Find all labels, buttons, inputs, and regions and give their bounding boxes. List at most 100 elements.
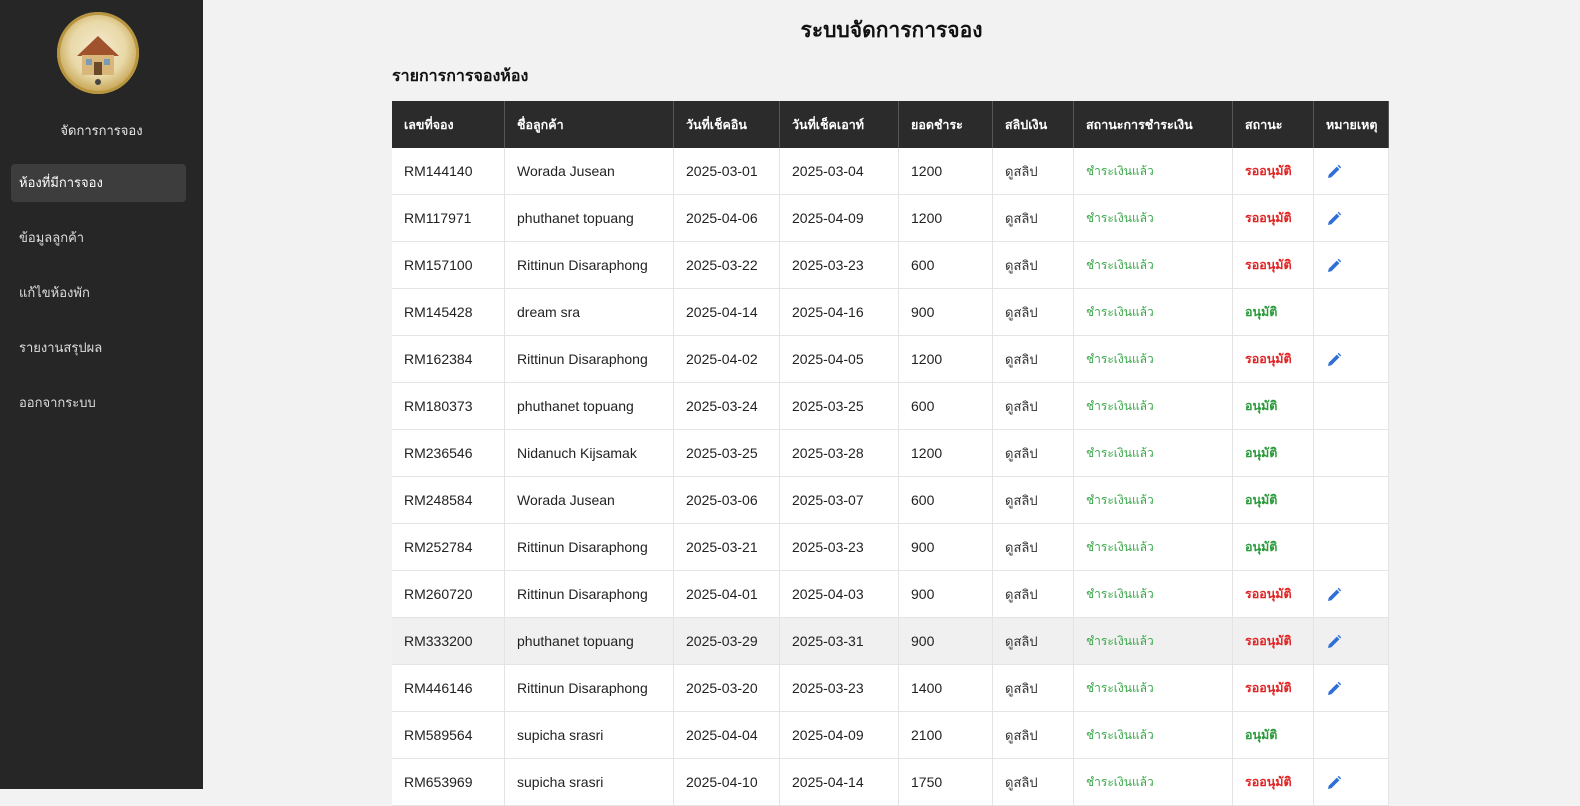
amount-cell: 1200 <box>898 335 993 383</box>
pencil-icon[interactable] <box>1326 352 1342 368</box>
view-slip-link[interactable]: ดูสลิป <box>1005 258 1038 273</box>
booking-id-cell: RM162384 <box>392 335 505 383</box>
notes-cell <box>1313 429 1389 477</box>
status-cell: อนุมัติ <box>1232 288 1314 336</box>
booking-id-cell: RM589564 <box>392 711 505 759</box>
status-cell: รออนุมัติ <box>1232 570 1314 618</box>
payment-status-cell: ชำระเงินแล้ว <box>1073 664 1233 712</box>
slip-cell: ดูสลิป <box>992 711 1074 759</box>
booking-id-cell: RM446146 <box>392 664 505 712</box>
sidebar-item-bookings[interactable]: ห้องที่มีการจอง <box>11 164 186 202</box>
view-slip-link[interactable]: ดูสลิป <box>1005 493 1038 508</box>
customer-name-cell: Rittinun Disaraphong <box>504 570 674 618</box>
status-badge: อนุมัติ <box>1245 305 1278 319</box>
payment-status-text: ชำระเงินแล้ว <box>1086 539 1154 554</box>
pencil-icon[interactable] <box>1326 634 1342 650</box>
status-cell: อนุมัติ <box>1232 476 1314 524</box>
payment-status-cell: ชำระเงินแล้ว <box>1073 148 1233 195</box>
checkin-cell: 2025-03-20 <box>673 664 780 712</box>
checkout-cell: 2025-03-28 <box>779 429 899 477</box>
payment-status-text: ชำระเงินแล้ว <box>1086 774 1154 789</box>
notes-cell <box>1313 148 1389 195</box>
status-badge: อนุมัติ <box>1245 540 1278 554</box>
view-slip-link[interactable]: ดูสลิป <box>1005 399 1038 414</box>
checkout-cell: 2025-03-23 <box>779 523 899 571</box>
payment-status-text: ชำระเงินแล้ว <box>1086 680 1154 695</box>
view-slip-link[interactable]: ดูสลิป <box>1005 634 1038 649</box>
table-row: RM236546 Nidanuch Kijsamak 2025-03-25 2025-… <box>392 429 1389 477</box>
checkout-cell: 2025-04-05 <box>779 335 899 383</box>
view-slip-link[interactable]: ดูสลิป <box>1005 305 1038 320</box>
pencil-icon[interactable] <box>1326 211 1342 227</box>
sidebar: จัดการการจอง ห้องที่มีการจอง ข้อมูลลูกค้… <box>0 0 203 789</box>
booking-id-cell: RM145428 <box>392 288 505 336</box>
view-slip-link[interactable]: ดูสลิป <box>1005 164 1038 179</box>
table-row: RM446146 Rittinun Disaraphong 2025-03-20 20… <box>392 664 1389 712</box>
status-cell: รออนุมัติ <box>1232 335 1314 383</box>
pencil-icon[interactable] <box>1326 164 1342 180</box>
checkin-cell: 2025-03-22 <box>673 241 780 289</box>
sidebar-item-reports[interactable]: รายงานสรุปผล <box>11 329 186 367</box>
amount-cell: 1200 <box>898 148 993 195</box>
customer-name-cell: supicha srasri <box>504 758 674 806</box>
view-slip-link[interactable]: ดูสลิป <box>1005 446 1038 461</box>
sidebar-item-customers[interactable]: ข้อมูลลูกค้า <box>11 219 186 257</box>
amount-cell: 900 <box>898 523 993 571</box>
pencil-icon[interactable] <box>1326 681 1342 697</box>
status-badge: รออนุมัติ <box>1245 775 1292 789</box>
slip-cell: ดูสลิป <box>992 288 1074 336</box>
payment-status-cell: ชำระเงินแล้ว <box>1073 335 1233 383</box>
table-row: RM260720 Rittinun Disaraphong 2025-04-01 20… <box>392 570 1389 618</box>
view-slip-link[interactable]: ดูสลิป <box>1005 352 1038 367</box>
checkout-cell: 2025-04-16 <box>779 288 899 336</box>
customer-name-cell: Rittinun Disaraphong <box>504 335 674 383</box>
booking-id-cell: RM236546 <box>392 429 505 477</box>
sidebar-nav: ห้องที่มีการจอง ข้อมูลลูกค้า แก้ไขห้องพั… <box>11 164 186 439</box>
payment-status-cell: ชำระเงินแล้ว <box>1073 429 1233 477</box>
slip-cell: ดูสลิป <box>992 382 1074 430</box>
payment-status-cell: ชำระเงินแล้ว <box>1073 194 1233 242</box>
view-slip-link[interactable]: ดูสลิป <box>1005 540 1038 555</box>
amount-cell: 600 <box>898 382 993 430</box>
customer-name-cell: Nidanuch Kijsamak <box>504 429 674 477</box>
sidebar-title: จัดการการจอง <box>60 123 143 138</box>
table-row: RM162384 Rittinun Disaraphong 2025-04-02 20… <box>392 335 1389 383</box>
view-slip-link[interactable]: ดูสลิป <box>1005 587 1038 602</box>
customer-name-cell: supicha srasri <box>504 711 674 759</box>
booking-id-cell: RM260720 <box>392 570 505 618</box>
slip-cell: ดูสลิป <box>992 335 1074 383</box>
checkout-cell: 2025-03-31 <box>779 617 899 665</box>
booking-id-cell: RM144140 <box>392 148 505 195</box>
slip-cell: ดูสลิป <box>992 241 1074 289</box>
payment-status-text: ชำระเงินแล้ว <box>1086 398 1154 413</box>
status-cell: รออนุมัติ <box>1232 617 1314 665</box>
payment-status-cell: ชำระเงินแล้ว <box>1073 758 1233 806</box>
booking-id-cell: RM180373 <box>392 382 505 430</box>
pencil-icon[interactable] <box>1326 587 1342 603</box>
status-badge: รออนุมัติ <box>1245 634 1292 648</box>
slip-cell: ดูสลิป <box>992 148 1074 195</box>
table-row: RM144140 Worada Jusean 2025-03-01 2025-03-0… <box>392 148 1389 195</box>
view-slip-link[interactable]: ดูสลิป <box>1005 728 1038 743</box>
checkout-cell: 2025-04-14 <box>779 758 899 806</box>
payment-status-text: ชำระเงินแล้ว <box>1086 351 1154 366</box>
pencil-icon[interactable] <box>1326 258 1342 274</box>
view-slip-link[interactable]: ดูสลิป <box>1005 211 1038 226</box>
checkin-cell: 2025-04-04 <box>673 711 780 759</box>
notes-cell <box>1313 758 1389 806</box>
sidebar-item-edit-rooms[interactable]: แก้ไขห้องพัก <box>11 274 186 312</box>
sidebar-item-logout[interactable]: ออกจากระบบ <box>11 384 186 422</box>
checkout-cell: 2025-03-23 <box>779 664 899 712</box>
customer-name-cell: Worada Jusean <box>504 476 674 524</box>
amount-cell: 2100 <box>898 711 993 759</box>
status-badge: อนุมัติ <box>1245 446 1278 460</box>
customer-name-cell: Rittinun Disaraphong <box>504 664 674 712</box>
payment-status-text: ชำระเงินแล้ว <box>1086 492 1154 507</box>
slip-cell: ดูสลิป <box>992 476 1074 524</box>
slip-cell: ดูสลิป <box>992 617 1074 665</box>
checkout-cell: 2025-04-09 <box>779 194 899 242</box>
col-status: สถานะ <box>1232 101 1314 148</box>
view-slip-link[interactable]: ดูสลิป <box>1005 681 1038 696</box>
view-slip-link[interactable]: ดูสลิป <box>1005 775 1038 790</box>
pencil-icon[interactable] <box>1326 775 1342 791</box>
